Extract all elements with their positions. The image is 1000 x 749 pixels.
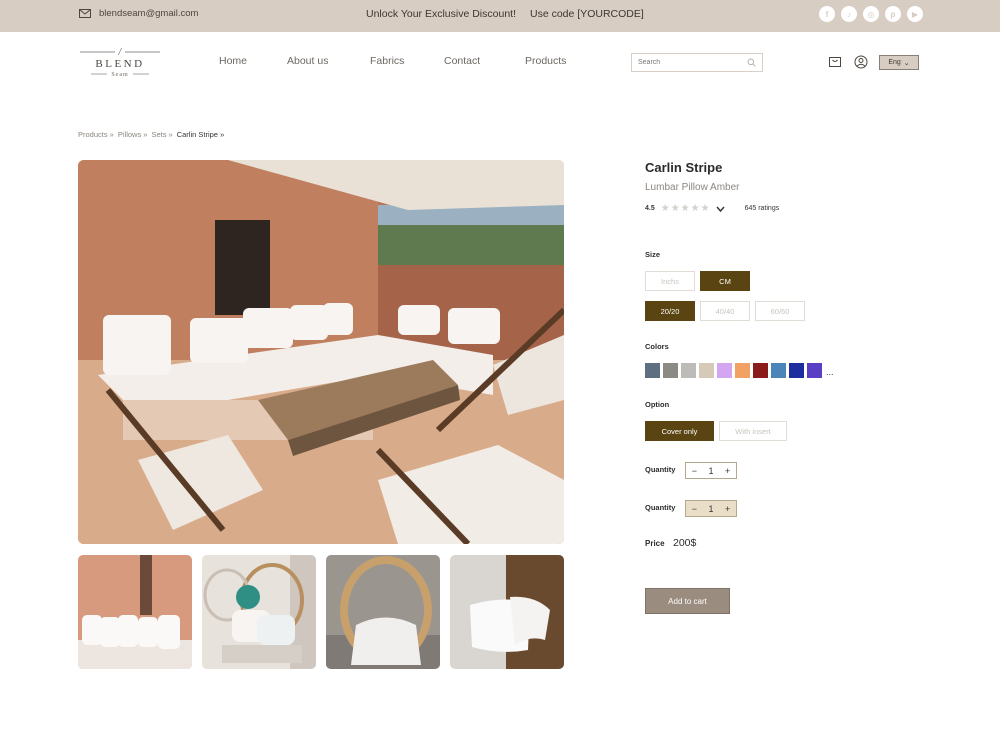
rating-row: 4.5 ★ ★ ★ ★ ★ 645 ratings xyxy=(645,203,779,214)
promo-code: Use code [YOURCODE] xyxy=(530,8,644,20)
plus-icon[interactable]: + xyxy=(725,504,730,514)
breadcrumb-sets[interactable]: Sets » xyxy=(151,130,172,139)
ratings-count[interactable]: 645 ratings xyxy=(745,205,780,212)
star-icon: ★ xyxy=(670,203,680,214)
breadcrumb: Products » Pillows » Sets » Carlin Strip… xyxy=(78,130,224,139)
nav-home[interactable]: Home xyxy=(219,55,247,67)
option-with-insert[interactable]: With insert xyxy=(719,421,787,441)
minus-icon[interactable]: − xyxy=(692,466,697,476)
color-swatch[interactable] xyxy=(789,363,804,378)
color-swatch[interactable] xyxy=(735,363,750,378)
logo-line2: Seam xyxy=(111,72,128,78)
nav-contact[interactable]: Contact xyxy=(444,55,480,67)
rating-value: 4.5 xyxy=(645,205,655,212)
email-contact[interactable]: blendseam@gmail.com xyxy=(79,8,198,19)
color-swatch[interactable] xyxy=(663,363,678,378)
instagram-icon[interactable]: ◎ xyxy=(863,6,879,22)
brand-logo[interactable]: / BLEND Seam xyxy=(79,46,161,80)
user-icon[interactable] xyxy=(854,55,868,69)
size-20-button[interactable]: 20/20 xyxy=(645,301,695,321)
color-swatch[interactable] xyxy=(681,363,696,378)
add-to-cart-button[interactable]: Add to cart xyxy=(645,588,730,614)
size-40-button[interactable]: 40/40 xyxy=(700,301,750,321)
quantity-label-2: Quantity xyxy=(645,503,676,512)
quantity-label-1: Quantity xyxy=(645,465,676,474)
breadcrumb-current: Carlin Stripe » xyxy=(176,130,225,139)
quantity-value-1: 1 xyxy=(708,465,714,476)
search-box xyxy=(631,53,763,72)
star-icon: ★ xyxy=(700,203,710,214)
thumbnail-1[interactable] xyxy=(78,555,192,669)
color-swatches: ... xyxy=(645,363,834,378)
mail-icon xyxy=(79,9,91,18)
size-label: Size xyxy=(645,250,661,259)
colors-label: Colors xyxy=(645,342,669,351)
top-bar: blendseam@gmail.com Unlock Your Exclusiv… xyxy=(0,0,1000,32)
color-swatch[interactable] xyxy=(645,363,660,378)
nav-products[interactable]: Products xyxy=(525,55,566,67)
logo-line1: BLEND xyxy=(95,58,144,70)
price-label: Price xyxy=(645,539,665,548)
color-swatch[interactable] xyxy=(717,363,732,378)
social-links: f ♪ ◎ p ▶ xyxy=(819,6,923,22)
color-swatch[interactable] xyxy=(699,363,714,378)
main-product-image xyxy=(78,160,564,544)
quantity-stepper-2: − 1 + xyxy=(685,500,737,517)
language-label: Eng xyxy=(888,59,901,66)
thumbnail-4[interactable] xyxy=(450,555,564,669)
promo-text: Unlock Your Exclusive Discount! xyxy=(366,8,516,20)
facebook-icon[interactable]: f xyxy=(819,6,835,22)
option-label: Option xyxy=(645,400,670,409)
quantity-stepper-1: − 1 + xyxy=(685,462,737,479)
chevron-down-icon[interactable] xyxy=(716,206,725,212)
more-colors[interactable]: ... xyxy=(826,366,834,378)
email-text: blendseam@gmail.com xyxy=(99,8,199,19)
nav-fabrics[interactable]: Fabrics xyxy=(370,55,404,67)
thumbnail-3[interactable] xyxy=(326,555,440,669)
svg-text:/: / xyxy=(118,47,123,56)
thumbnail-2[interactable] xyxy=(202,555,316,669)
product-subtitle: Lumbar Pillow Amber xyxy=(645,182,740,193)
breadcrumb-pillows[interactable]: Pillows » xyxy=(118,130,148,139)
breadcrumb-products[interactable]: Products » xyxy=(78,130,114,139)
rating-stars: ★ ★ ★ ★ ★ xyxy=(661,203,710,214)
unit-inch-button[interactable]: Inchs xyxy=(645,271,695,291)
star-icon: ★ xyxy=(660,203,670,214)
color-swatch[interactable] xyxy=(807,363,822,378)
unit-cm-button[interactable]: CM xyxy=(700,271,750,291)
tiktok-icon[interactable]: ♪ xyxy=(841,6,857,22)
search-icon[interactable] xyxy=(747,58,756,67)
language-selector[interactable]: Eng ⌄ xyxy=(879,55,919,70)
search-input[interactable] xyxy=(638,59,738,66)
promo-banner: Unlock Your Exclusive Discount! Use code… xyxy=(366,8,644,20)
cart-icon[interactable] xyxy=(828,55,842,69)
plus-icon[interactable]: + xyxy=(725,466,730,476)
color-swatch[interactable] xyxy=(771,363,786,378)
star-icon: ★ xyxy=(690,203,700,214)
size-60-button[interactable]: 60/60 xyxy=(755,301,805,321)
pinterest-icon[interactable]: p xyxy=(885,6,901,22)
chevron-down-icon: ⌄ xyxy=(903,59,910,67)
star-icon: ★ xyxy=(680,203,690,214)
minus-icon[interactable]: − xyxy=(692,504,697,514)
price-value: 200$ xyxy=(673,537,697,549)
youtube-icon[interactable]: ▶ xyxy=(907,6,923,22)
color-swatch[interactable] xyxy=(753,363,768,378)
product-title: Carlin Stripe xyxy=(645,160,723,175)
nav-about[interactable]: About us xyxy=(287,55,328,67)
quantity-value-2: 1 xyxy=(708,503,714,514)
option-cover-only[interactable]: Cover only xyxy=(645,421,714,441)
logo-mark: / BLEND Seam xyxy=(80,47,160,78)
